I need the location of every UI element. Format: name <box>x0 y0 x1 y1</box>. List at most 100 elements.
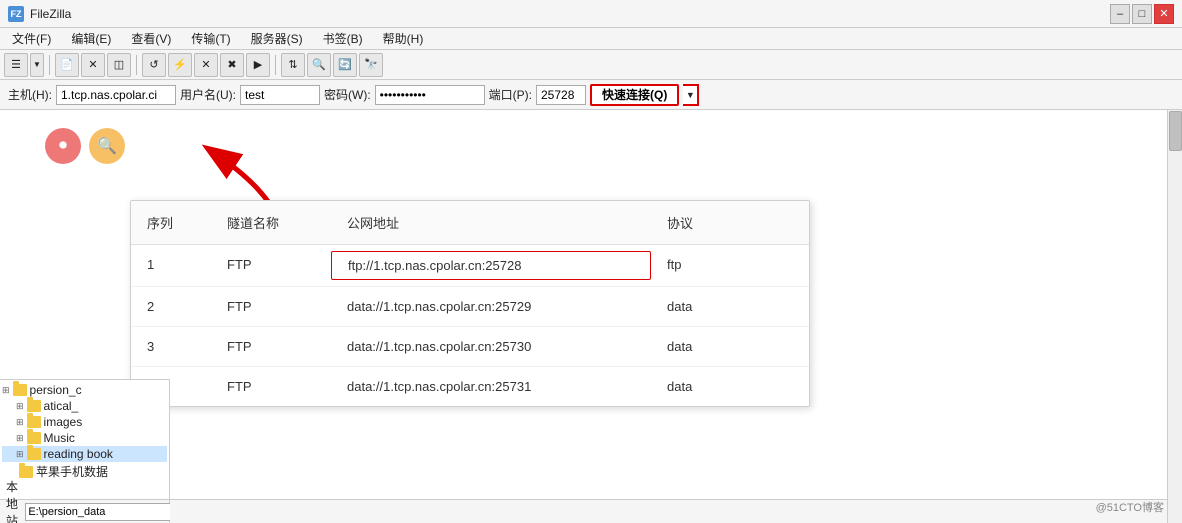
row1-address: ftp://1.tcp.nas.cpolar.cn:25728 <box>331 251 651 280</box>
row3-protocol: data <box>651 333 791 360</box>
folder-icon <box>13 384 27 396</box>
menu-transfer[interactable]: 传输(T) <box>183 28 238 49</box>
toolbar-separator-3 <box>275 55 276 75</box>
row2-tunnel: FTP <box>211 293 331 320</box>
compare-button[interactable]: 🔭 <box>359 53 383 77</box>
row1-seq: 1 <box>131 251 211 280</box>
tree-item-label: reading book <box>44 447 113 461</box>
main-area: ⏺ 🔍 序列 隧道名称 公网地址 协议 1 FTP ftp://1.tcp.na… <box>0 110 1182 523</box>
annotation-icons: ⏺ 🔍 <box>45 128 125 164</box>
file-tree: ⊞ persion_c ⊞ atical_ ⊞ images ⊞ Music ⊞… <box>0 379 170 499</box>
folder-icon <box>27 400 41 412</box>
window-controls: – □ ✕ <box>1110 4 1174 24</box>
row2-protocol: data <box>651 293 791 320</box>
menu-bar: 文件(F) 编辑(E) 查看(V) 传输(T) 服务器(S) 书签(B) 帮助(… <box>0 28 1182 50</box>
row3-address: data://1.tcp.nas.cpolar.cn:25730 <box>331 333 651 360</box>
row4-tunnel: FTP <box>211 373 331 400</box>
row2-address: data://1.tcp.nas.cpolar.cn:25729 <box>331 293 651 320</box>
filter-button[interactable]: ⇅ <box>281 53 305 77</box>
row4-address: data://1.tcp.nas.cpolar.cn:25731 <box>331 373 651 400</box>
tree-item-apple[interactable]: 苹果手机数据 <box>2 462 167 481</box>
minimize-button[interactable]: – <box>1110 4 1130 24</box>
menu-server[interactable]: 服务器(S) <box>243 28 311 49</box>
port-input[interactable] <box>536 85 586 105</box>
title-bar: FZ FileZilla – □ ✕ <box>0 0 1182 28</box>
folder-icon <box>27 432 41 444</box>
disconnect-button[interactable]: ⚡ <box>168 53 192 77</box>
expand-icon[interactable]: ⊞ <box>16 449 24 460</box>
menu-bookmark[interactable]: 书签(B) <box>315 28 371 49</box>
tree-item-label: atical_ <box>44 399 79 413</box>
maximize-button[interactable]: □ <box>1132 4 1152 24</box>
scrollbar-thumb[interactable] <box>1169 111 1182 151</box>
table-header: 序列 隧道名称 公网地址 协议 <box>131 201 809 245</box>
process-queue-button[interactable]: ▶ <box>246 53 270 77</box>
quick-connect-dropdown[interactable]: ▼ <box>683 84 699 106</box>
col-tunnel: 隧道名称 <box>211 209 331 236</box>
local-site-bar: 本地站点: <box>0 499 170 523</box>
expand-icon[interactable]: ⊞ <box>16 433 24 444</box>
cancel-queue-button[interactable]: ✖ <box>220 53 244 77</box>
close-tab-button[interactable]: ✕ <box>81 53 105 77</box>
menu-view[interactable]: 查看(V) <box>123 28 179 49</box>
tree-item-music[interactable]: ⊞ Music <box>2 430 167 446</box>
toolbar-separator-1 <box>49 55 50 75</box>
host-input[interactable] <box>56 85 176 105</box>
cancel-button[interactable]: ✕ <box>194 53 218 77</box>
menu-edit[interactable]: 编辑(E) <box>63 28 119 49</box>
table-row: 1 FTP ftp://1.tcp.nas.cpolar.cn:25728 ft… <box>131 245 809 287</box>
sync-button[interactable]: 🔄 <box>333 53 357 77</box>
folder-icon <box>19 466 33 478</box>
tree-item-label: Music <box>44 431 75 445</box>
expand-icon[interactable]: ⊞ <box>16 401 24 412</box>
connect-bar: 主机(H): 用户名(U): 密码(W): 端口(P): 快速连接(Q) ▼ <box>0 80 1182 110</box>
status-bar <box>170 499 1167 523</box>
col-seq: 序列 <box>131 209 211 236</box>
tree-item-persion[interactable]: ⊞ persion_c <box>2 382 167 398</box>
close-button[interactable]: ✕ <box>1154 4 1174 24</box>
row1-tunnel: FTP <box>211 251 331 280</box>
quick-connect-button[interactable]: 快速连接(Q) <box>590 84 679 106</box>
table-row: 4 FTP data://1.tcp.nas.cpolar.cn:25731 d… <box>131 367 809 406</box>
menu-help[interactable]: 帮助(H) <box>375 28 432 49</box>
local-site-label: 本地站点: <box>6 478 21 523</box>
row3-seq: 3 <box>131 333 211 360</box>
toolbar-separator-2 <box>136 55 137 75</box>
user-input[interactable] <box>240 85 320 105</box>
tree-item-label: 苹果手机数据 <box>36 463 108 480</box>
col-address: 公网地址 <box>331 209 651 236</box>
tree-item-atical[interactable]: ⊞ atical_ <box>2 398 167 414</box>
row1-protocol: ftp <box>651 251 791 280</box>
site-manager-dropdown[interactable]: ▼ <box>30 53 44 77</box>
app-title: FileZilla <box>30 7 71 21</box>
toggle-layout-button[interactable]: ◫ <box>107 53 131 77</box>
tree-item-images[interactable]: ⊞ images <box>2 414 167 430</box>
menu-file[interactable]: 文件(F) <box>4 28 59 49</box>
col-protocol: 协议 <box>651 209 791 236</box>
reconnect-button[interactable]: ↺ <box>142 53 166 77</box>
expand-icon[interactable]: ⊞ <box>16 417 24 428</box>
table-row: 3 FTP data://1.tcp.nas.cpolar.cn:25730 d… <box>131 327 809 367</box>
row2-seq: 2 <box>131 293 211 320</box>
pass-input[interactable] <box>375 85 485 105</box>
tree-item-label: images <box>44 415 83 429</box>
annotation-search-icon: 🔍 <box>89 128 125 164</box>
site-manager-button[interactable]: ☰ <box>4 53 28 77</box>
port-label: 端口(P): <box>489 86 532 103</box>
pass-label: 密码(W): <box>324 86 371 103</box>
folder-icon <box>27 416 41 428</box>
tree-item-reading-book[interactable]: ⊞ reading book <box>2 446 167 462</box>
watermark: @51CTO博客 <box>1096 499 1164 515</box>
folder-icon <box>27 448 41 460</box>
local-site-input[interactable] <box>25 503 173 521</box>
search-remote-button[interactable]: 🔍 <box>307 53 331 77</box>
app-icon: FZ <box>8 6 24 22</box>
main-scrollbar[interactable] <box>1167 110 1182 523</box>
tree-item-label: persion_c <box>30 383 82 397</box>
user-label: 用户名(U): <box>180 86 236 103</box>
host-label: 主机(H): <box>8 86 52 103</box>
expand-icon[interactable]: ⊞ <box>2 385 10 396</box>
new-tab-button[interactable]: 📄 <box>55 53 79 77</box>
tunnel-table: 序列 隧道名称 公网地址 协议 1 FTP ftp://1.tcp.nas.cp… <box>130 200 810 407</box>
row4-protocol: data <box>651 373 791 400</box>
